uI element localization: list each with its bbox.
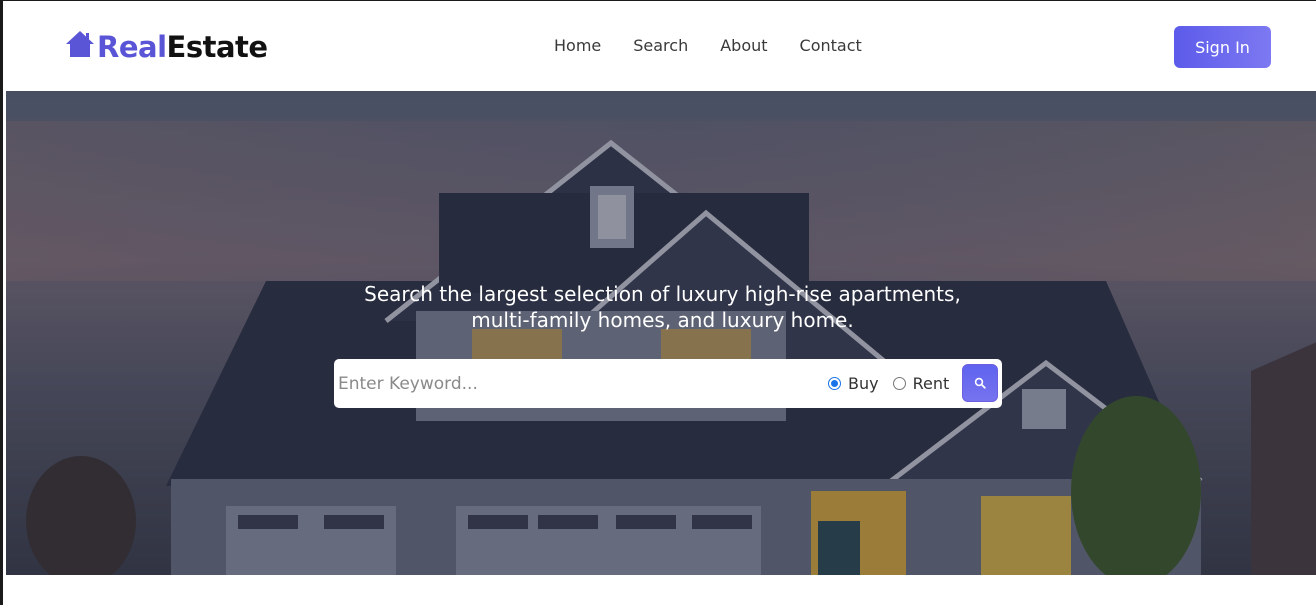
main-nav: Home Search About Contact [554, 36, 862, 55]
hero-background-image [6, 91, 1316, 575]
nav-search[interactable]: Search [633, 36, 688, 55]
hero-tagline: Search the largest selection of luxury h… [6, 281, 1316, 333]
buy-radio[interactable] [828, 377, 841, 390]
nav-contact[interactable]: Contact [800, 36, 862, 55]
house-icon [66, 31, 94, 57]
page-content-area [6, 575, 1316, 606]
rent-radio[interactable] [892, 377, 906, 390]
nav-about[interactable]: About [720, 36, 767, 55]
logo-text-estate: Estate [166, 30, 269, 64]
search-icon [974, 377, 986, 389]
buy-radio-label[interactable]: Buy [848, 374, 879, 393]
hero-tagline-line2: multi-family homes, and luxury home. [471, 308, 854, 332]
hero-tagline-line1: Search the largest selection of luxury h… [364, 282, 961, 306]
search-bar: Buy Rent [334, 359, 1002, 408]
rent-radio-label[interactable]: Rent [913, 374, 950, 393]
browser-viewport: RealEstate Home Search About Contact Sig… [0, 0, 1316, 606]
nav-home[interactable]: Home [554, 36, 601, 55]
hero-section: Search the largest selection of luxury h… [6, 91, 1316, 575]
keyword-search-input[interactable] [338, 363, 818, 404]
buy-rent-toggle: Buy Rent [828, 374, 963, 393]
search-button[interactable] [962, 364, 998, 402]
site-logo[interactable]: RealEstate [64, 28, 268, 66]
sign-in-button[interactable]: Sign In [1174, 26, 1271, 68]
site-header: RealEstate Home Search About Contact Sig… [6, 2, 1316, 91]
logo-text-real: Real [97, 30, 167, 64]
